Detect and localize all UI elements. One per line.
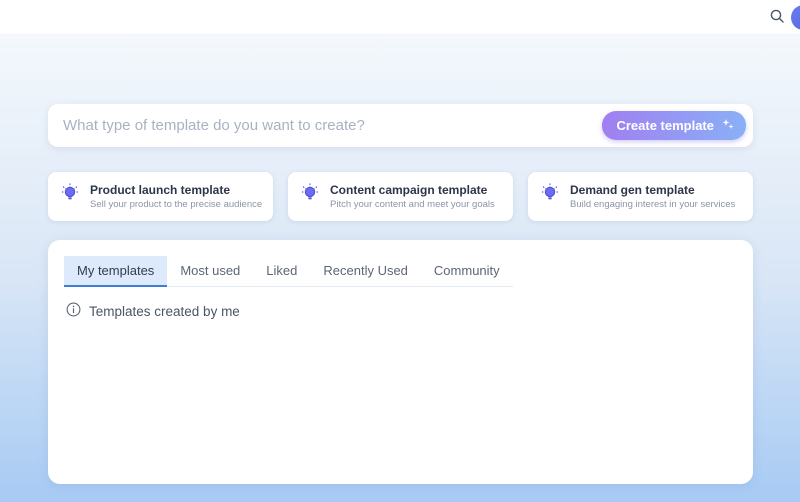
topbar <box>0 0 800 35</box>
card-title: Content campaign template <box>330 183 495 197</box>
lightbulb-icon <box>300 183 320 210</box>
empty-state: Templates created by me <box>64 302 737 320</box>
card-title: Demand gen template <box>570 183 735 197</box>
templates-tabs: My templates Most used Liked Recently Us… <box>64 256 513 287</box>
empty-state-message: Templates created by me <box>89 304 240 319</box>
lightbulb-icon <box>540 183 560 210</box>
tab-liked[interactable]: Liked <box>253 256 310 287</box>
tab-most-used[interactable]: Most used <box>167 256 253 287</box>
card-title: Product launch template <box>90 183 262 197</box>
lightbulb-icon <box>60 183 80 210</box>
create-template-label: Create template <box>616 118 714 133</box>
sparkles-icon <box>721 117 735 134</box>
search-icon[interactable] <box>769 8 785 24</box>
card-subtitle: Sell your product to the precise audienc… <box>90 199 262 210</box>
tab-my-templates[interactable]: My templates <box>64 256 167 287</box>
create-template-button[interactable]: Create template <box>602 111 746 140</box>
card-demand-gen[interactable]: Demand gen template Build engaging inter… <box>528 172 753 221</box>
card-subtitle: Build engaging interest in your services <box>570 199 735 210</box>
tab-recently-used[interactable]: Recently Used <box>310 256 421 287</box>
card-content-campaign[interactable]: Content campaign template Pitch your con… <box>288 172 513 221</box>
card-product-launch[interactable]: Product launch template Sell your produc… <box>48 172 273 221</box>
tab-community[interactable]: Community <box>421 256 513 287</box>
card-subtitle: Pitch your content and meet your goals <box>330 199 495 210</box>
template-prompt-bar: Create template <box>48 104 753 147</box>
template-suggestion-cards: Product launch template Sell your produc… <box>48 172 753 221</box>
info-icon <box>66 302 81 320</box>
user-avatar[interactable] <box>791 5 800 30</box>
templates-panel: My templates Most used Liked Recently Us… <box>48 240 753 484</box>
